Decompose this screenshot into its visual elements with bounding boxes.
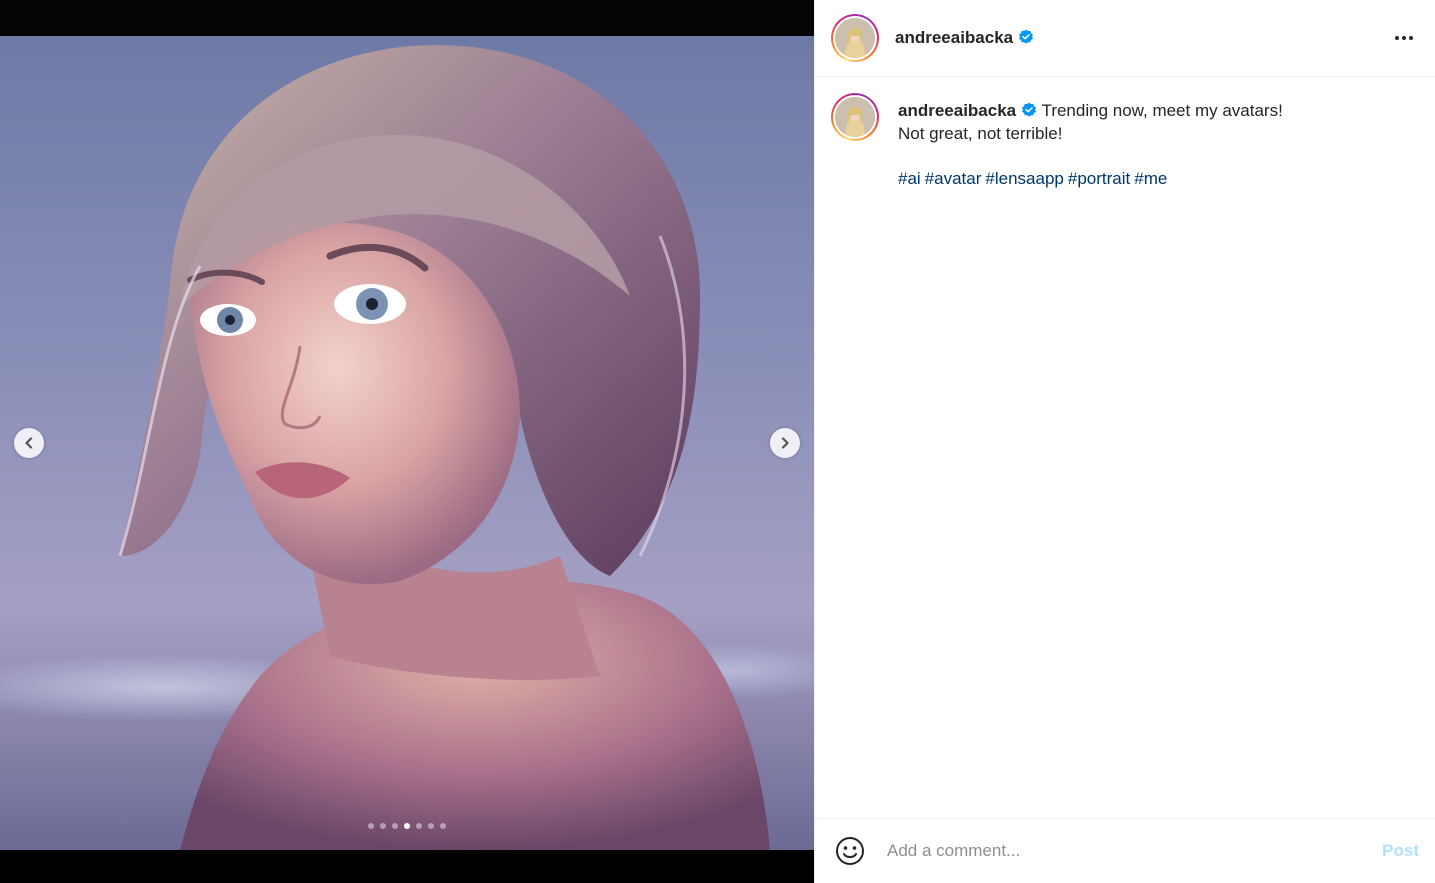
hashtag-link[interactable]: #ai xyxy=(898,169,921,188)
hashtag-link[interactable]: #me xyxy=(1134,169,1167,188)
comment-bar: Post xyxy=(815,818,1435,883)
post-header: andreeaibacka xyxy=(815,0,1435,77)
more-options-button[interactable] xyxy=(1389,30,1419,46)
username-text[interactable]: andreeaibacka xyxy=(895,28,1013,47)
hashtag-link[interactable]: #portrait xyxy=(1068,169,1130,188)
smiley-icon xyxy=(836,837,864,865)
avatar-photo-icon xyxy=(835,18,875,58)
comment-input[interactable] xyxy=(885,840,1383,862)
caption-avatar-ring[interactable] xyxy=(831,93,879,141)
caption-username[interactable]: andreeaibacka xyxy=(898,101,1016,120)
profile-avatar-ring[interactable] xyxy=(831,14,879,62)
carousel-dot xyxy=(392,823,398,829)
carousel-dot-active xyxy=(404,823,410,829)
hashtag-link[interactable]: #avatar xyxy=(925,169,982,188)
caption-line-1: Trending now, meet my avatars! xyxy=(1041,101,1283,120)
chevron-left-icon xyxy=(25,437,33,449)
carousel-prev-button[interactable] xyxy=(14,428,44,458)
chevron-right-icon xyxy=(781,437,789,449)
verified-badge-icon xyxy=(1021,102,1037,118)
carousel-dot xyxy=(416,823,422,829)
avatar xyxy=(835,18,875,58)
hashtag-link[interactable]: #lensaapp xyxy=(985,169,1063,188)
carousel-indicator xyxy=(0,823,814,829)
carousel-dot xyxy=(380,823,386,829)
verified-badge-icon xyxy=(1018,29,1034,45)
post-media-viewer xyxy=(0,0,814,883)
hashtag-list: #ai #avatar #lensaapp #portrait #me xyxy=(898,167,1283,190)
portrait-artwork xyxy=(118,45,770,850)
carousel-dot xyxy=(440,823,446,829)
caption-comment: andreeaibacka Trending now, meet my avat… xyxy=(815,77,1435,190)
more-horizontal-icon xyxy=(1395,36,1399,40)
post-image xyxy=(0,36,814,850)
emoji-button[interactable] xyxy=(835,836,865,866)
avatar xyxy=(835,97,875,137)
carousel-dot xyxy=(428,823,434,829)
media-top-strip xyxy=(0,0,814,36)
caption-line-2: Not great, not terrible! xyxy=(898,124,1063,143)
carousel-dot xyxy=(368,823,374,829)
post-comment-button[interactable]: Post xyxy=(1382,841,1419,861)
avatar-photo-icon xyxy=(835,97,875,137)
caption-body: andreeaibacka Trending now, meet my avat… xyxy=(898,99,1283,190)
carousel-next-button[interactable] xyxy=(770,428,800,458)
post-side-panel: andreeaibacka andreeaibacka Trending now… xyxy=(814,0,1435,883)
header-username[interactable]: andreeaibacka xyxy=(895,28,1034,48)
